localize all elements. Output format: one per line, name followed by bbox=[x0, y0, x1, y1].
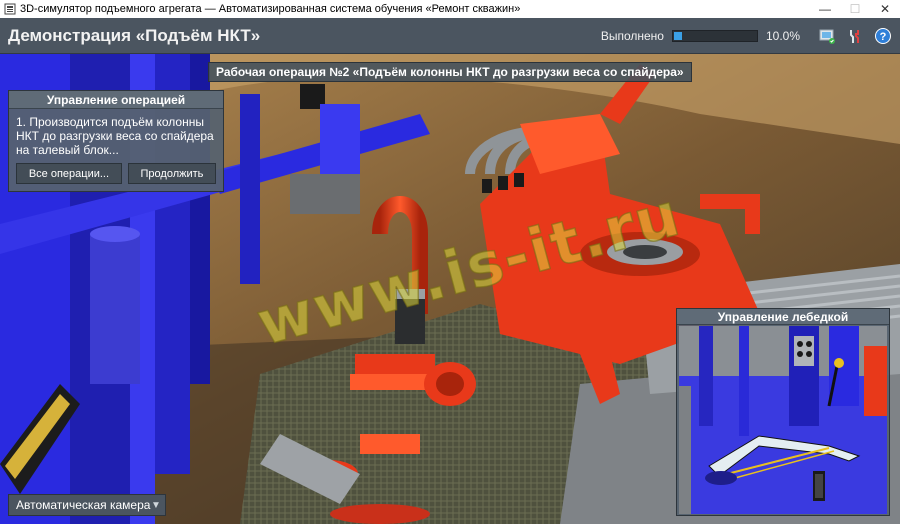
continue-button[interactable]: Продолжить bbox=[127, 163, 216, 184]
tools-icon[interactable] bbox=[844, 25, 866, 47]
operation-banner: Рабочая операция №2 «Подъём колонны НКТ … bbox=[208, 62, 692, 82]
help-icon[interactable]: ? bbox=[872, 25, 894, 47]
operation-control-panel: Управление операцией 1. Производится под… bbox=[8, 90, 224, 192]
help-glyph: ? bbox=[880, 31, 887, 43]
winch-3d-view[interactable] bbox=[679, 326, 887, 514]
progress-bar bbox=[671, 29, 758, 42]
window-titlebar: 3D-симулятор подъемного агрегата — Автом… bbox=[0, 0, 900, 18]
all-operations-button[interactable]: Все операции... bbox=[16, 163, 122, 184]
close-button[interactable]: ✕ bbox=[870, 0, 900, 18]
operation-buttons: Все операции... Продолжить bbox=[9, 163, 223, 184]
page-title: Демонстрация «Подъём НКТ» bbox=[8, 25, 261, 45]
camera-select-value: Автоматическая камера bbox=[16, 498, 151, 512]
winch-control-panel: Управление лебедкой bbox=[676, 308, 890, 516]
chevron-down-icon: ▼ bbox=[151, 499, 161, 511]
operation-panel-title: Управление операцией bbox=[9, 91, 223, 109]
maximize-button[interactable]: ☐ bbox=[840, 0, 870, 18]
progress-value: 10.0% bbox=[765, 28, 800, 43]
minimize-button[interactable]: — bbox=[810, 0, 840, 18]
app-icon bbox=[4, 3, 16, 15]
progress-label: Выполнено bbox=[600, 28, 664, 43]
app-header: Демонстрация «Подъём НКТ» Выполнено 10.0… bbox=[0, 18, 900, 54]
winch-render bbox=[679, 326, 887, 514]
operation-description: 1. Производится подъём колонны НКТ до ра… bbox=[16, 115, 214, 157]
window-title: 3D-симулятор подъемного агрегата — Автом… bbox=[20, 3, 521, 15]
progress-fill bbox=[673, 31, 683, 40]
camera-screen-icon[interactable] bbox=[816, 25, 838, 47]
winch-panel-title: Управление лебедкой bbox=[677, 309, 889, 325]
camera-select[interactable]: Автоматическая камера ▼ bbox=[8, 494, 166, 516]
